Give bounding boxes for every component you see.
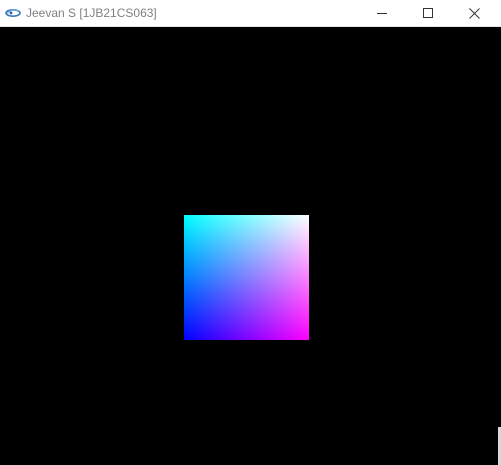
maximize-icon <box>423 8 433 18</box>
minimize-button[interactable] <box>359 0 405 26</box>
square-top-gradient <box>184 215 309 340</box>
title-bar[interactable]: Jeevan S [1JB21CS063] <box>0 0 501 27</box>
color-gradient-square <box>184 215 309 340</box>
window-title: Jeevan S [1JB21CS063] <box>26 6 157 20</box>
app-window: Jeevan S [1JB21CS063] <box>0 0 501 465</box>
minimize-icon <box>377 8 387 18</box>
maximize-button[interactable] <box>405 0 451 26</box>
close-icon <box>468 7 480 19</box>
close-button[interactable] <box>451 0 497 26</box>
opengl-canvas[interactable] <box>0 27 501 465</box>
glut-app-icon <box>5 5 21 21</box>
